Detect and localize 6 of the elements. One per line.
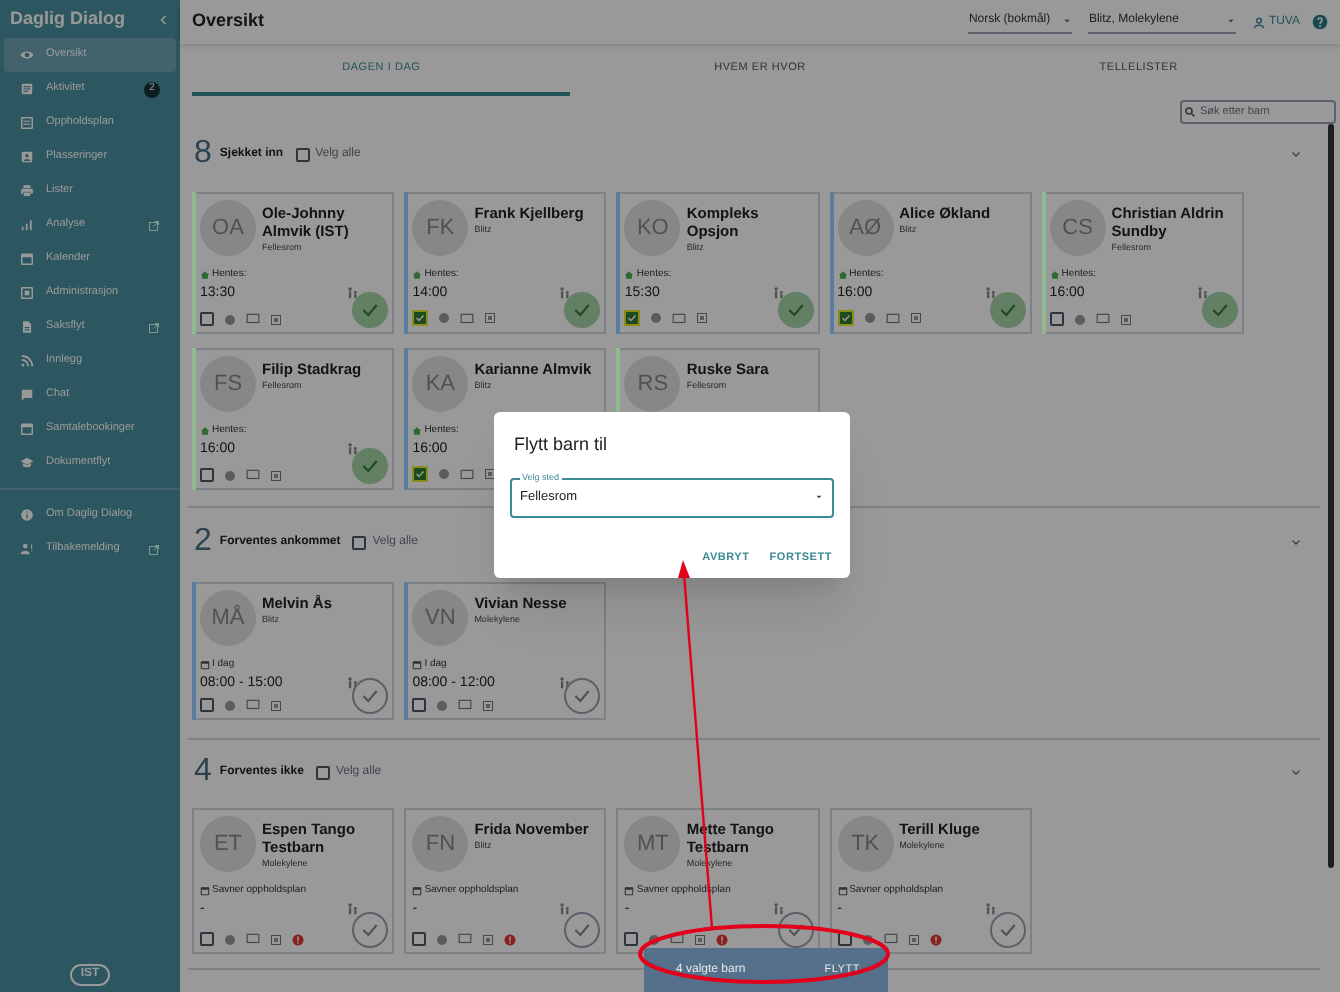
dialog-title: Flytt barn til — [512, 432, 610, 458]
section-count: 2 — [194, 522, 212, 562]
section-count: 8 — [194, 134, 212, 174]
page-title: Oversikt — [192, 8, 267, 35]
app-title: Daglig Dialog — [10, 5, 126, 32]
section-count: 4 — [194, 752, 212, 792]
